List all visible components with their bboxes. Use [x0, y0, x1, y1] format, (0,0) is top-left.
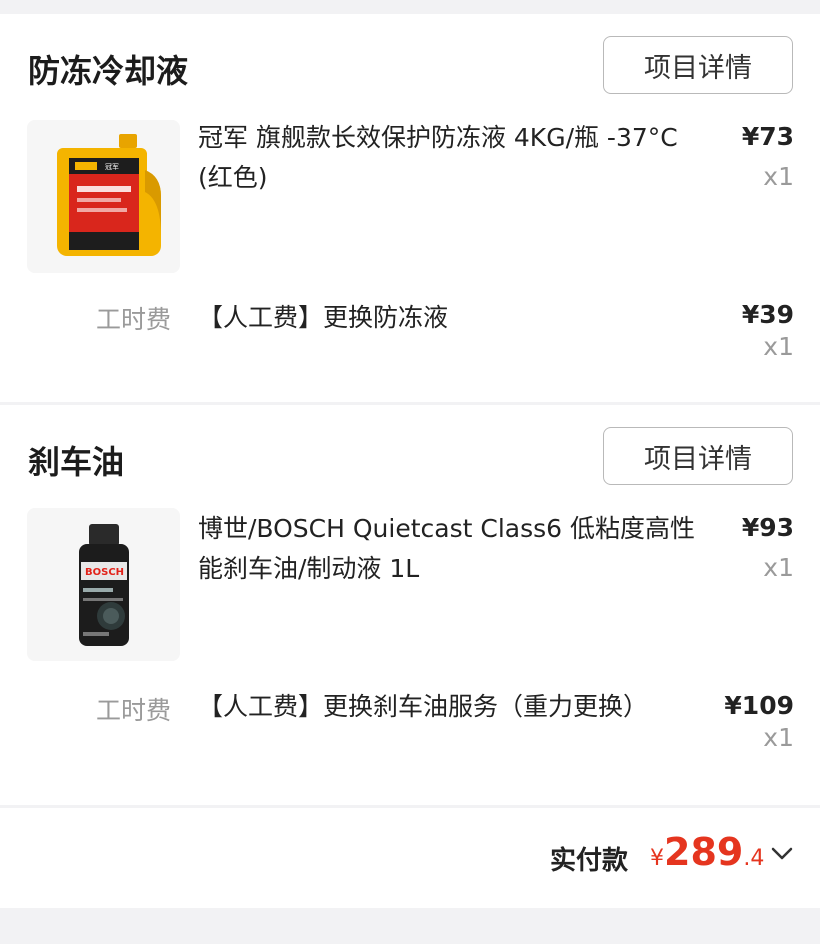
currency-symbol: ¥ [650, 846, 664, 871]
labor-quantity: x1 [763, 723, 794, 752]
labor-price: ¥109 [724, 691, 794, 720]
product-quantity: x1 [763, 553, 794, 582]
service-card-antifreeze: 防冻冷却液 项目详情 冠军 冠军 旗舰款长效保护防冻液 4KG/瓶 -37°C … [0, 14, 820, 402]
product-image-antifreeze[interactable]: 冠军 [27, 120, 180, 273]
labor-quantity: x1 [763, 332, 794, 361]
product-name[interactable]: 冠军 旗舰款长效保护防冻液 4KG/瓶 -37°C (红色) [198, 118, 698, 198]
total-paid-label: 实付款 [550, 846, 629, 876]
chevron-down-icon[interactable] [770, 846, 794, 862]
amount-decimal: .4 [743, 846, 765, 871]
service-card-brake-fluid: 刹车油 项目详情 BOSCH 博世/BOSCH Quietcast Class6… [0, 405, 820, 805]
svg-text:BOSCH: BOSCH [85, 567, 124, 578]
section-title: 防冻冷却液 [28, 52, 189, 90]
labor-fee-label: 工时费 [96, 696, 172, 725]
antifreeze-bottle-image: 冠军 [27, 120, 180, 273]
labor-item-name: 【人工费】更换刹车油服务（重力更换） [198, 692, 649, 721]
project-detail-button[interactable]: 项目详情 [603, 36, 793, 94]
labor-fee-label: 工时费 [96, 305, 172, 334]
payment-summary[interactable]: 实付款 ¥289.4 [0, 808, 820, 908]
total-paid-amount: ¥289.4 [650, 830, 764, 874]
svg-text:冠军: 冠军 [105, 163, 119, 171]
section-title: 刹车油 [28, 443, 125, 481]
project-detail-button[interactable]: 项目详情 [603, 427, 793, 485]
product-name[interactable]: 博世/BOSCH Quietcast Class6 低粘度高性能刹车油/制动液 … [198, 509, 718, 589]
labor-price: ¥39 [741, 300, 794, 329]
product-price: ¥93 [741, 513, 794, 542]
product-image-brake-fluid[interactable]: BOSCH [27, 508, 180, 661]
product-price: ¥73 [741, 122, 794, 151]
product-quantity: x1 [763, 162, 794, 191]
brake-fluid-bottle-image: BOSCH [27, 508, 180, 661]
amount-integer: 289 [664, 830, 744, 874]
labor-item-name: 【人工费】更换防冻液 [198, 303, 449, 332]
